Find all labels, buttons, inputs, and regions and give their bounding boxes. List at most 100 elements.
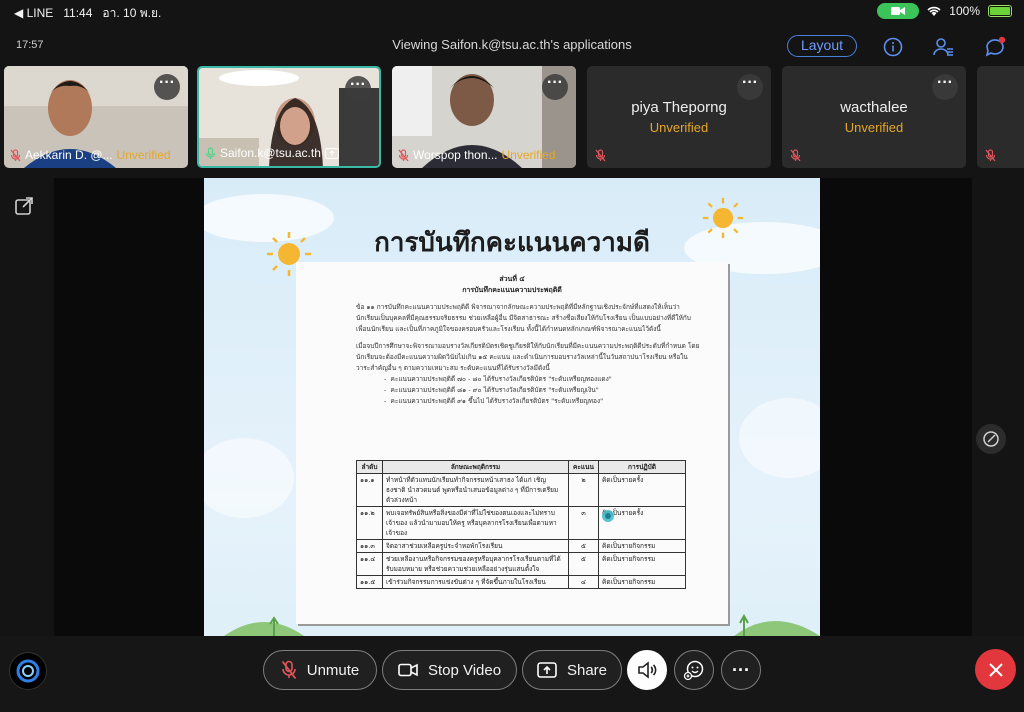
stop-video-label: Stop Video bbox=[427, 661, 502, 679]
participant-status: Unverified bbox=[501, 148, 556, 162]
muted-mic-icon bbox=[790, 149, 801, 162]
table-cell: ๒ bbox=[568, 473, 599, 507]
annotate-button[interactable] bbox=[976, 424, 1006, 454]
table-cell: ๑๑.๔ bbox=[356, 552, 383, 576]
participant-name: piya Theporng bbox=[631, 99, 727, 116]
table-cell: ๕ bbox=[568, 552, 599, 576]
table-cell: คิดเป็นรายกิจกรรม bbox=[598, 575, 686, 589]
more-options-button[interactable]: ··· bbox=[542, 74, 568, 100]
video-camera-icon bbox=[398, 663, 418, 677]
date: อา. 10 พ.ย. bbox=[102, 6, 162, 20]
table-header-cell: ลักษณะพฤติกรรม bbox=[382, 460, 569, 474]
doc-bullet: - คะแนนความประพฤติดี ๗๐ - ๘๐ ได้รับรางวั… bbox=[384, 375, 612, 383]
table-cell: ๔ bbox=[568, 575, 599, 589]
muted-mic-icon bbox=[281, 660, 296, 680]
participant-status: Unverified bbox=[649, 120, 709, 135]
table-header-cell: การปฏิบัติ bbox=[598, 460, 686, 474]
layout-button[interactable]: Layout bbox=[787, 35, 857, 57]
more-options-button[interactable]: ··· bbox=[932, 74, 958, 100]
doc-bullet: - คะแนนความประพฤติดี ๙๑ ขึ้นไป ได้รับราง… bbox=[384, 397, 604, 405]
unmute-button[interactable]: Unmute bbox=[263, 650, 377, 690]
participant-tile[interactable]: ··· Worspop thon... Unverified bbox=[392, 66, 576, 168]
table-cell: พบเจอทรัพย์สินหรือสิ่งของมีค่าที่ไม่ใช่ข… bbox=[382, 506, 569, 540]
participant-name: Saifon.k@tsu.ac.th bbox=[220, 146, 321, 160]
wifi-icon bbox=[927, 6, 941, 16]
pop-out-icon[interactable] bbox=[12, 194, 36, 218]
participants-icon[interactable] bbox=[932, 36, 954, 58]
table-row: ๑๑.๕ เข้าร่วมกิจกรรมการแข่งขันต่าง ๆ ที่… bbox=[356, 575, 686, 589]
stop-video-button[interactable]: Stop Video bbox=[382, 650, 517, 690]
unmute-label: Unmute bbox=[306, 661, 360, 679]
meeting-title: Viewing Saifon.k@tsu.ac.th's application… bbox=[392, 37, 632, 52]
screen-share-icon bbox=[325, 147, 339, 159]
table-cell: ๑๑.๑ bbox=[356, 473, 383, 507]
muted-mic-icon bbox=[985, 149, 996, 162]
doc-paragraph-2: เมื่อจบปีการศึกษาจะพิจารณามอบรางวัลเกียร… bbox=[356, 342, 700, 372]
participant-name: Aekkarin D. @... bbox=[25, 148, 113, 162]
audio-output-button[interactable] bbox=[627, 650, 667, 690]
participant-tile[interactable]: ··· Aekkarin D. @... Unverified bbox=[4, 66, 188, 168]
more-options-button[interactable]: ··· bbox=[154, 74, 180, 100]
table-row: ๑๑.๔ ช่วยเหลืองานหรือกิจกรรมของครูหรือบุ… bbox=[356, 552, 686, 576]
share-label: Share bbox=[566, 661, 608, 679]
participant-nameplate: Saifon.k@tsu.ac.th bbox=[205, 146, 339, 160]
doc-paragraph-1: ข้อ ๑๑ การบันทึกคะแนนความประพฤติดี พิจาร… bbox=[356, 303, 691, 333]
avatar[interactable] bbox=[9, 652, 47, 690]
slide-title: การบันทึกคะแนนความดี bbox=[374, 228, 650, 258]
participant-strip: ··· Aekkarin D. @... Unverified ··· Saif… bbox=[0, 66, 1024, 170]
table-cell: ๑๑.๒ bbox=[356, 506, 383, 540]
table-row: ๑๑.๒ พบเจอทรัพย์สินหรือสิ่งของมีค่าที่ไม… bbox=[356, 506, 686, 540]
participant-name: Worspop thon... bbox=[413, 148, 498, 162]
table-cell: ๕ bbox=[568, 539, 599, 553]
camera-in-use-icon bbox=[877, 3, 920, 19]
speaker-icon bbox=[638, 661, 657, 679]
more-options-button[interactable]: ··· bbox=[345, 76, 371, 102]
shared-screen[interactable]: การบันทึกคะแนนความดี ส่วนที่ ๔ การบันทึก… bbox=[54, 178, 972, 636]
info-icon[interactable] bbox=[882, 36, 904, 58]
status-left: ◀ LINE 11:44 อา. 10 พ.ย. bbox=[14, 4, 161, 23]
meeting-top-bar: 17:57 Viewing Saifon.k@tsu.ac.th's appli… bbox=[0, 26, 1024, 64]
mic-on-icon bbox=[205, 146, 216, 159]
back-to-line-link[interactable]: ◀ LINE bbox=[14, 6, 53, 20]
presentation-slide: การบันทึกคะแนนความดี ส่วนที่ ๔ การบันทึก… bbox=[204, 178, 820, 636]
status-bar: ◀ LINE 11:44 อา. 10 พ.ย. 100% bbox=[0, 0, 1024, 22]
share-button[interactable]: Share bbox=[522, 650, 622, 690]
document-page: ส่วนที่ ๔ การบันทึกคะแนนความประพฤติดี ข้… bbox=[296, 262, 728, 624]
more-dots-icon: ··· bbox=[732, 660, 750, 680]
participant-nameplate: Aekkarin D. @... Unverified bbox=[10, 148, 171, 162]
table-cell: ๑๑.๕ bbox=[356, 575, 383, 589]
table-header-cell: ลำดับ bbox=[356, 460, 383, 474]
doc-bullet: - คะแนนความประพฤติดี ๘๑ - ๙๐ ได้รับรางวั… bbox=[384, 386, 599, 394]
table-cell: คิดเป็นรายครั้ง bbox=[598, 506, 686, 540]
table-cell: ทำหน้าที่ตัวแทนนักเรียนทำกิจกรรมหน้าเสาธ… bbox=[382, 473, 569, 507]
doc-bullet-text: คะแนนความประพฤติดี ๙๑ ขึ้นไป ได้รับรางวั… bbox=[390, 397, 604, 405]
table-cell: คิดเป็นรายครั้ง bbox=[598, 473, 686, 507]
table-row: ๑๑.๑ ทำหน้าที่ตัวแทนนักเรียนทำกิจกรรมหน้… bbox=[356, 473, 686, 507]
participant-status: Unverified bbox=[116, 148, 171, 162]
doc-bullet-text: คะแนนความประพฤติดี ๘๑ - ๙๐ ได้รับรางวัลเ… bbox=[390, 386, 599, 394]
table-cell: เข้าร่วมกิจกรรมการแข่งขันต่าง ๆ ที่จัดขึ… bbox=[382, 575, 569, 589]
more-button[interactable]: ··· bbox=[721, 650, 761, 690]
doc-bullet-text: คะแนนความประพฤติดี ๗๐ - ๘๐ ได้รับรางวัลเ… bbox=[390, 375, 612, 383]
table-cell: ช่วยเหลืองานหรือกิจกรรมของครูหรือบุคลากร… bbox=[382, 552, 569, 576]
participant-tile-partial[interactable] bbox=[977, 66, 1024, 168]
reactions-button[interactable] bbox=[674, 650, 714, 690]
more-options-button[interactable]: ··· bbox=[737, 74, 763, 100]
muted-mic-icon bbox=[10, 148, 21, 161]
table-cell: จิตอาสาช่วยเหลือครูประจำหอพักโรงเรียน bbox=[382, 539, 569, 553]
muted-mic-icon bbox=[595, 149, 606, 162]
chat-icon[interactable] bbox=[984, 36, 1006, 58]
score-table: ลำดับ ลักษณะพฤติกรรม คะแนน การปฏิบัติ ๑๑… bbox=[356, 460, 686, 589]
doc-section: ส่วนที่ ๔ bbox=[499, 275, 525, 283]
participant-tile-active-speaker[interactable]: ··· Saifon.k@tsu.ac.th bbox=[197, 66, 381, 168]
leave-meeting-button[interactable] bbox=[975, 649, 1016, 690]
participant-tile[interactable]: ··· wacthalee Unverified bbox=[782, 66, 966, 168]
participant-tile[interactable]: ··· piya Theporng Unverified bbox=[587, 66, 771, 168]
battery-percent: 100% bbox=[949, 4, 980, 18]
participant-name: wacthalee bbox=[840, 99, 908, 116]
battery-icon bbox=[988, 5, 1012, 17]
reaction-emoji-icon bbox=[683, 660, 704, 681]
pen-circle-icon bbox=[983, 431, 999, 447]
table-cell: คิดเป็นรายกิจกรรม bbox=[598, 552, 686, 576]
table-header-cell: คะแนน bbox=[568, 460, 599, 474]
